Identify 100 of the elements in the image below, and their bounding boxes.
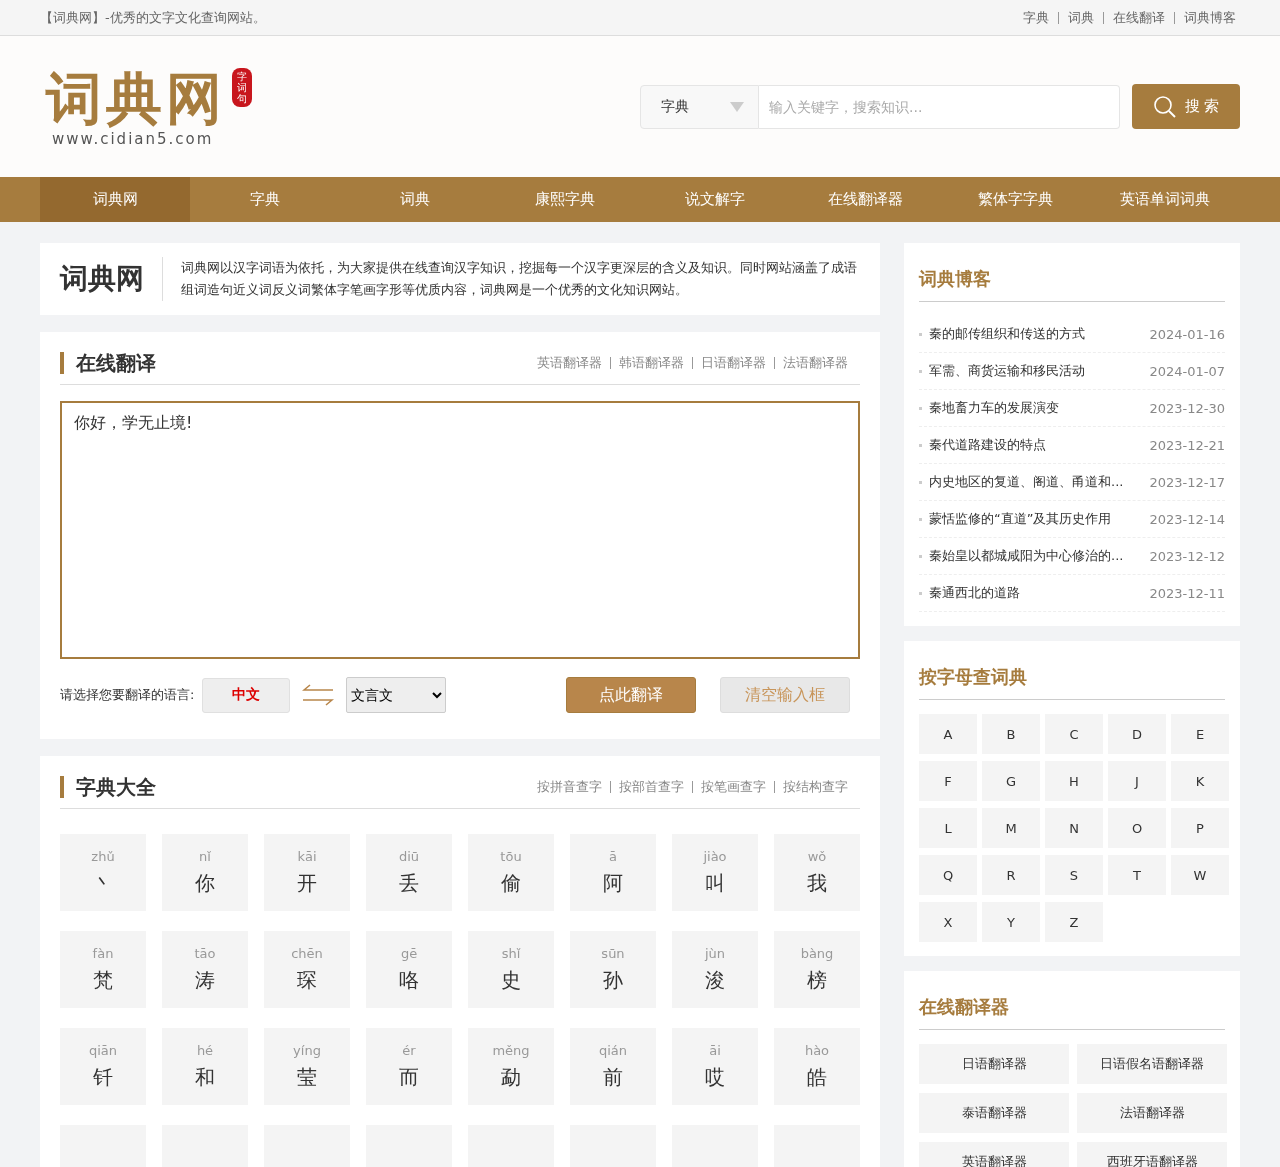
- post-date: 2023-12-14: [1149, 511, 1225, 527]
- character-tile[interactable]: kāi 开: [264, 834, 350, 911]
- post-date: 2023-12-30: [1149, 400, 1225, 416]
- character-tile[interactable]: nǐ 你: [162, 834, 248, 911]
- character-tile[interactable]: shǐ 史: [468, 931, 554, 1008]
- character-tile[interactable]: wǒ 我: [774, 834, 860, 911]
- section-title: 字典大全: [60, 776, 156, 798]
- translator-link[interactable]: 英语翻译器: [537, 354, 602, 372]
- bullet-icon: [919, 480, 922, 484]
- character-tile[interactable]: ér 而: [366, 1028, 452, 1105]
- character-tile[interactable]: fàn 梵: [60, 931, 146, 1008]
- letter-button[interactable]: S: [1045, 855, 1103, 895]
- translator-button[interactable]: 法语翻译器: [1077, 1093, 1227, 1133]
- top-link[interactable]: 在线翻译: [1113, 8, 1165, 27]
- lookup-link[interactable]: 按笔画查字: [701, 778, 766, 796]
- character-tile[interactable]: āi 哎: [672, 1028, 758, 1105]
- translator-link[interactable]: 日语翻译器: [701, 354, 766, 372]
- letter-button[interactable]: Q: [919, 855, 977, 895]
- translator-link[interactable]: 韩语翻译器: [619, 354, 684, 372]
- swap-arrows-icon: [302, 684, 335, 706]
- blog-post-link[interactable]: 秦通西北的道路: [929, 584, 1150, 602]
- letter-button[interactable]: N: [1045, 808, 1103, 848]
- top-link[interactable]: 字典: [1023, 8, 1049, 27]
- nav-item[interactable]: 在线翻译器: [790, 177, 940, 222]
- translator-button[interactable]: 泰语翻译器: [919, 1093, 1069, 1133]
- nav-item[interactable]: 康熙字典: [490, 177, 640, 222]
- letter-button[interactable]: L: [919, 808, 977, 848]
- letter-button[interactable]: Z: [1045, 902, 1103, 942]
- character-tile[interactable]: yíng 莹: [264, 1028, 350, 1105]
- translator-button[interactable]: 日语假名语翻译器: [1077, 1044, 1227, 1084]
- letter-button[interactable]: J: [1108, 761, 1166, 801]
- top-link[interactable]: 词典: [1068, 8, 1094, 27]
- nav-item[interactable]: 词典网: [40, 177, 190, 222]
- bullet-icon: [919, 332, 922, 336]
- sidebar-title: 词典博客: [919, 263, 1225, 302]
- translate-input[interactable]: 你好，学无止境!: [60, 401, 860, 659]
- character-tile[interactable]: tāo 涛: [162, 931, 248, 1008]
- lookup-link[interactable]: 按部首查字: [619, 778, 684, 796]
- character-tile[interactable]: qián 前: [570, 1028, 656, 1105]
- character-tile[interactable]: jùn 浚: [672, 931, 758, 1008]
- translator-button[interactable]: 日语翻译器: [919, 1044, 1069, 1084]
- letter-button[interactable]: A: [919, 714, 977, 754]
- character-tile[interactable]: zhǔ 丶: [60, 834, 146, 911]
- translator-button[interactable]: 西班牙语翻译器: [1077, 1142, 1227, 1167]
- post-date: 2023-12-17: [1149, 474, 1225, 490]
- top-link[interactable]: 词典博客: [1184, 8, 1236, 27]
- lookup-link[interactable]: 按结构查字: [783, 778, 848, 796]
- lookup-link[interactable]: 按拼音查字: [537, 778, 602, 796]
- character-tile[interactable]: ā 阿: [570, 834, 656, 911]
- language-label: 请选择您要翻译的语言:: [60, 686, 195, 704]
- character-tile[interactable]: qiān 钎: [60, 1028, 146, 1105]
- letter-button[interactable]: T: [1108, 855, 1166, 895]
- search-button[interactable]: 搜 索: [1132, 84, 1240, 129]
- letter-button[interactable]: H: [1045, 761, 1103, 801]
- character-tile[interactable]: měng 勐: [468, 1028, 554, 1105]
- character-tile[interactable]: chēn 琛: [264, 931, 350, 1008]
- blog-post-link[interactable]: 秦地畜力车的发展演变: [929, 399, 1150, 417]
- nav-item[interactable]: 词典: [340, 177, 490, 222]
- letter-button[interactable]: Y: [982, 902, 1040, 942]
- letter-button[interactable]: O: [1108, 808, 1166, 848]
- source-language-button[interactable]: 中文: [202, 677, 291, 713]
- translator-button[interactable]: 英语翻译器: [919, 1142, 1069, 1167]
- post-date: 2023-12-11: [1149, 585, 1225, 601]
- blog-post-link[interactable]: 军需、商货运输和移民活动: [929, 362, 1150, 380]
- nav-item[interactable]: 英语单词词典: [1090, 177, 1240, 222]
- nav-item[interactable]: 说文解字: [640, 177, 790, 222]
- character-tile[interactable]: hé 和: [162, 1028, 248, 1105]
- blog-post-link[interactable]: 内史地区的复道、阁道、甬道和...: [929, 473, 1150, 491]
- blog-post-link[interactable]: 蒙恬监修的“直道”及其历史作用: [929, 510, 1150, 528]
- letter-button[interactable]: E: [1171, 714, 1229, 754]
- character-tile[interactable]: tōu 偷: [468, 834, 554, 911]
- letter-button[interactable]: X: [919, 902, 977, 942]
- nav-item[interactable]: 字典: [190, 177, 340, 222]
- character-tile[interactable]: sūn 孙: [570, 931, 656, 1008]
- target-language-select[interactable]: 文言文: [346, 677, 447, 713]
- category-select[interactable]: 字典: [640, 84, 759, 129]
- letter-button[interactable]: F: [919, 761, 977, 801]
- letter-button[interactable]: R: [982, 855, 1040, 895]
- blog-post-link[interactable]: 秦始皇以都城咸阳为中心修治的...: [929, 547, 1150, 565]
- translator-link[interactable]: 法语翻译器: [783, 354, 848, 372]
- post-date: 2024-01-16: [1149, 326, 1225, 342]
- letter-button[interactable]: W: [1171, 855, 1229, 895]
- letter-button[interactable]: G: [982, 761, 1040, 801]
- blog-post-link[interactable]: 秦的邮传组织和传送的方式: [929, 325, 1150, 343]
- letter-button[interactable]: D: [1108, 714, 1166, 754]
- letter-button[interactable]: C: [1045, 714, 1103, 754]
- search-field[interactable]: 输入关键字，搜索知识...: [759, 84, 1120, 129]
- letter-button[interactable]: M: [982, 808, 1040, 848]
- character-tile[interactable]: gē 咯: [366, 931, 452, 1008]
- letter-button[interactable]: K: [1171, 761, 1229, 801]
- letter-button[interactable]: B: [982, 714, 1040, 754]
- character-tile[interactable]: bàng 榜: [774, 931, 860, 1008]
- letter-button[interactable]: P: [1171, 808, 1229, 848]
- blog-post-link[interactable]: 秦代道路建设的特点: [929, 436, 1150, 454]
- character-tile[interactable]: jiào 叫: [672, 834, 758, 911]
- nav-item[interactable]: 繁体字字典: [940, 177, 1090, 222]
- logo-title[interactable]: 词典网: [46, 65, 226, 130]
- character-tile[interactable]: diū 丢: [366, 834, 452, 911]
- character-tile[interactable]: hào 皓: [774, 1028, 860, 1105]
- post-date: 2023-12-12: [1149, 548, 1225, 564]
